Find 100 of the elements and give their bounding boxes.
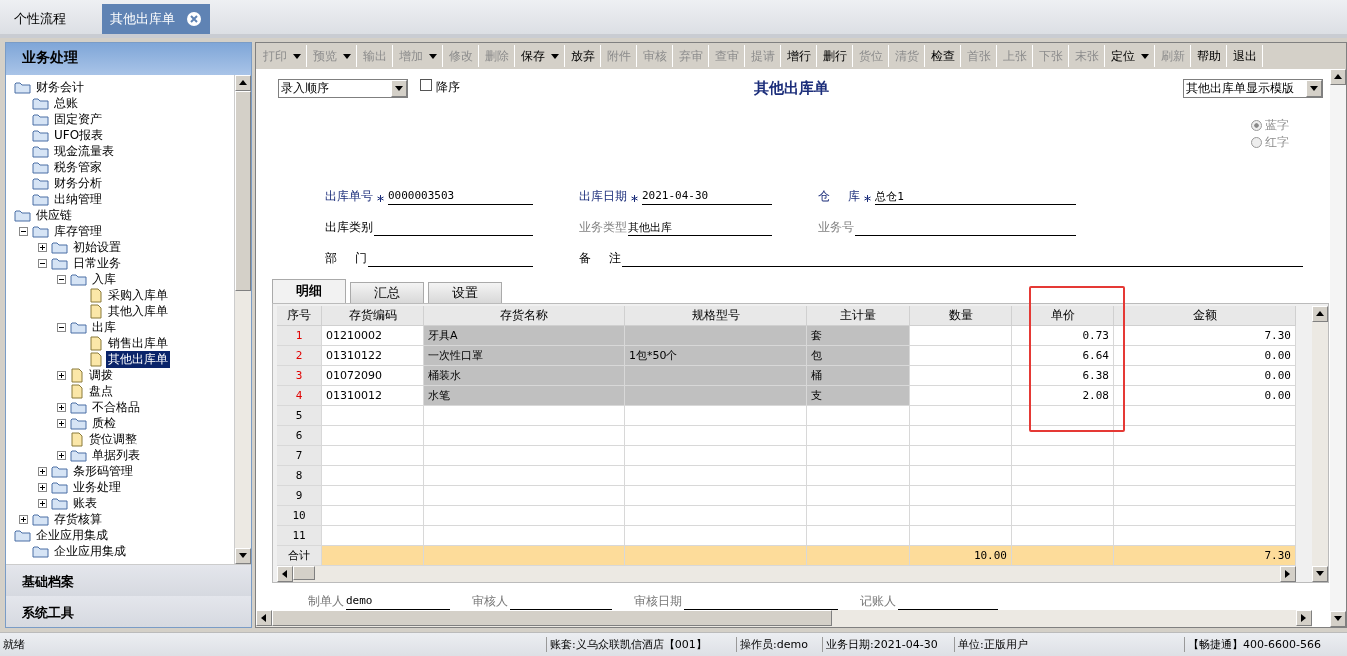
- sort-select[interactable]: 录入顺序: [278, 79, 408, 98]
- template-select[interactable]: 其他出库单显示模版: [1183, 79, 1323, 98]
- tree-item[interactable]: 采购入库单: [106, 286, 170, 304]
- scroll-thumb[interactable]: [235, 91, 251, 291]
- expand-icon[interactable]: [38, 482, 47, 492]
- tree-item[interactable]: 条形码管理: [71, 462, 135, 480]
- scrollbar[interactable]: [1330, 69, 1346, 627]
- checkbox[interactable]: [420, 79, 432, 91]
- folder-icon: [70, 400, 87, 414]
- table-cell: 1包*50个: [625, 345, 807, 366]
- tree-item[interactable]: 财务分析: [52, 174, 104, 192]
- nav-section[interactable]: 基础档案: [6, 565, 251, 596]
- row-number: 6: [277, 425, 322, 446]
- total-cell: 7.30: [1114, 545, 1296, 566]
- caret-icon: [429, 53, 437, 59]
- scrollbar[interactable]: [234, 75, 251, 564]
- tab[interactable]: 其他出库单: [102, 4, 210, 34]
- tree-item[interactable]: 业务处理: [71, 478, 123, 496]
- collapse-icon[interactable]: [57, 322, 66, 332]
- radio-button[interactable]: [1251, 137, 1262, 149]
- expand-icon[interactable]: [57, 402, 66, 412]
- left-arrow-icon[interactable]: [260, 613, 268, 622]
- input-field[interactable]: 总仓1: [875, 188, 1076, 205]
- tree-item[interactable]: 销售出库单: [106, 334, 170, 352]
- tree-item[interactable]: 存货核算: [52, 510, 104, 528]
- tab[interactable]: 设置: [428, 281, 502, 303]
- tree-item[interactable]: 调拨: [87, 366, 115, 384]
- down-arrow-icon[interactable]: [1316, 569, 1324, 578]
- collapse-icon[interactable]: [19, 226, 28, 236]
- tree-item[interactable]: 固定资产: [52, 110, 104, 128]
- down-arrow-icon[interactable]: [395, 84, 403, 93]
- tree-item[interactable]: 日常业务: [71, 254, 123, 272]
- tree-item[interactable]: 库存管理: [52, 222, 104, 240]
- folder-icon: [32, 160, 49, 174]
- input-field[interactable]: 2021-04-30: [642, 188, 772, 205]
- table-cell: 水笔: [424, 385, 625, 406]
- tree-item[interactable]: 税务管家: [52, 158, 104, 176]
- tree-item[interactable]: 货位调整: [87, 430, 139, 448]
- tree-item[interactable]: 财务会计: [34, 78, 86, 96]
- tree-item[interactable]: 供应链: [34, 206, 74, 224]
- tree-item[interactable]: 现金流量表: [52, 142, 116, 160]
- scroll-thumb[interactable]: [272, 609, 832, 626]
- expand-icon[interactable]: [57, 450, 66, 460]
- table-cell: 桶: [807, 365, 910, 386]
- checkbox-label: 降序: [436, 79, 460, 96]
- up-arrow-icon[interactable]: [1334, 73, 1342, 81]
- up-arrow-icon[interactable]: [239, 79, 247, 87]
- right-arrow-icon[interactable]: [1300, 613, 1308, 622]
- tree-item[interactable]: 初始设置: [71, 238, 123, 256]
- scrollbar[interactable]: [256, 609, 1312, 627]
- table-cell: 支: [807, 385, 910, 406]
- table-cell: 01310012: [322, 385, 424, 406]
- expand-icon[interactable]: [19, 514, 28, 524]
- nav-section[interactable]: 系统工具: [6, 596, 251, 627]
- collapse-icon[interactable]: [38, 258, 47, 268]
- tree-item[interactable]: 企业应用集成: [34, 526, 110, 544]
- field-label: 出库单号: [325, 187, 373, 205]
- input-field[interactable]: 0000003503: [388, 188, 533, 205]
- tab[interactable]: 个性流程: [2, 4, 102, 34]
- close-icon[interactable]: [187, 12, 201, 26]
- tree-item[interactable]: UFO报表: [52, 126, 106, 144]
- radio-button[interactable]: [1251, 120, 1262, 132]
- folder-icon: [70, 416, 87, 430]
- expand-icon[interactable]: [57, 370, 66, 380]
- status-text: 业务日期:2021-04-30: [822, 637, 954, 652]
- expand-icon[interactable]: [38, 242, 47, 252]
- field-label: 业务号: [818, 218, 854, 236]
- tree-item[interactable]: 出库: [90, 318, 118, 336]
- tree-item[interactable]: 入库: [90, 270, 118, 288]
- tree-item[interactable]: 其他入库单: [106, 302, 170, 320]
- expand-icon[interactable]: [38, 498, 47, 508]
- tree-item[interactable]: 企业应用集成: [52, 542, 128, 560]
- left-arrow-icon[interactable]: [281, 569, 289, 578]
- tab[interactable]: 明细: [272, 278, 346, 303]
- tree-item[interactable]: 单据列表: [90, 446, 142, 464]
- tree-item[interactable]: 盘点: [87, 382, 115, 400]
- down-arrow-icon[interactable]: [1334, 615, 1342, 623]
- column-header: 规格型号: [625, 305, 807, 326]
- scrollbar[interactable]: [1312, 305, 1328, 582]
- tree-item[interactable]: 不合格品: [90, 398, 142, 416]
- collapse-icon[interactable]: [57, 274, 66, 284]
- folder-icon: [32, 176, 49, 190]
- tree-item[interactable]: 质检: [90, 414, 118, 432]
- column-header: 数量: [910, 305, 1012, 326]
- down-arrow-icon[interactable]: [1310, 84, 1318, 93]
- document-icon: [89, 303, 103, 319]
- tree-item[interactable]: 总账: [52, 94, 80, 112]
- right-arrow-icon[interactable]: [1284, 569, 1292, 578]
- field-label: 审核日期: [634, 592, 682, 610]
- tree-item[interactable]: 其他出库单: [106, 350, 170, 368]
- folder-icon: [32, 128, 49, 142]
- tree-item[interactable]: 出纳管理: [52, 190, 104, 208]
- up-arrow-icon[interactable]: [1316, 309, 1324, 318]
- folder-icon: [14, 208, 31, 222]
- down-arrow-icon[interactable]: [239, 552, 247, 560]
- expand-icon[interactable]: [38, 466, 47, 476]
- expand-icon[interactable]: [57, 418, 66, 428]
- tree-item[interactable]: 账表: [71, 494, 99, 512]
- input-field[interactable]: demo: [346, 593, 450, 610]
- tab[interactable]: 汇总: [350, 281, 424, 303]
